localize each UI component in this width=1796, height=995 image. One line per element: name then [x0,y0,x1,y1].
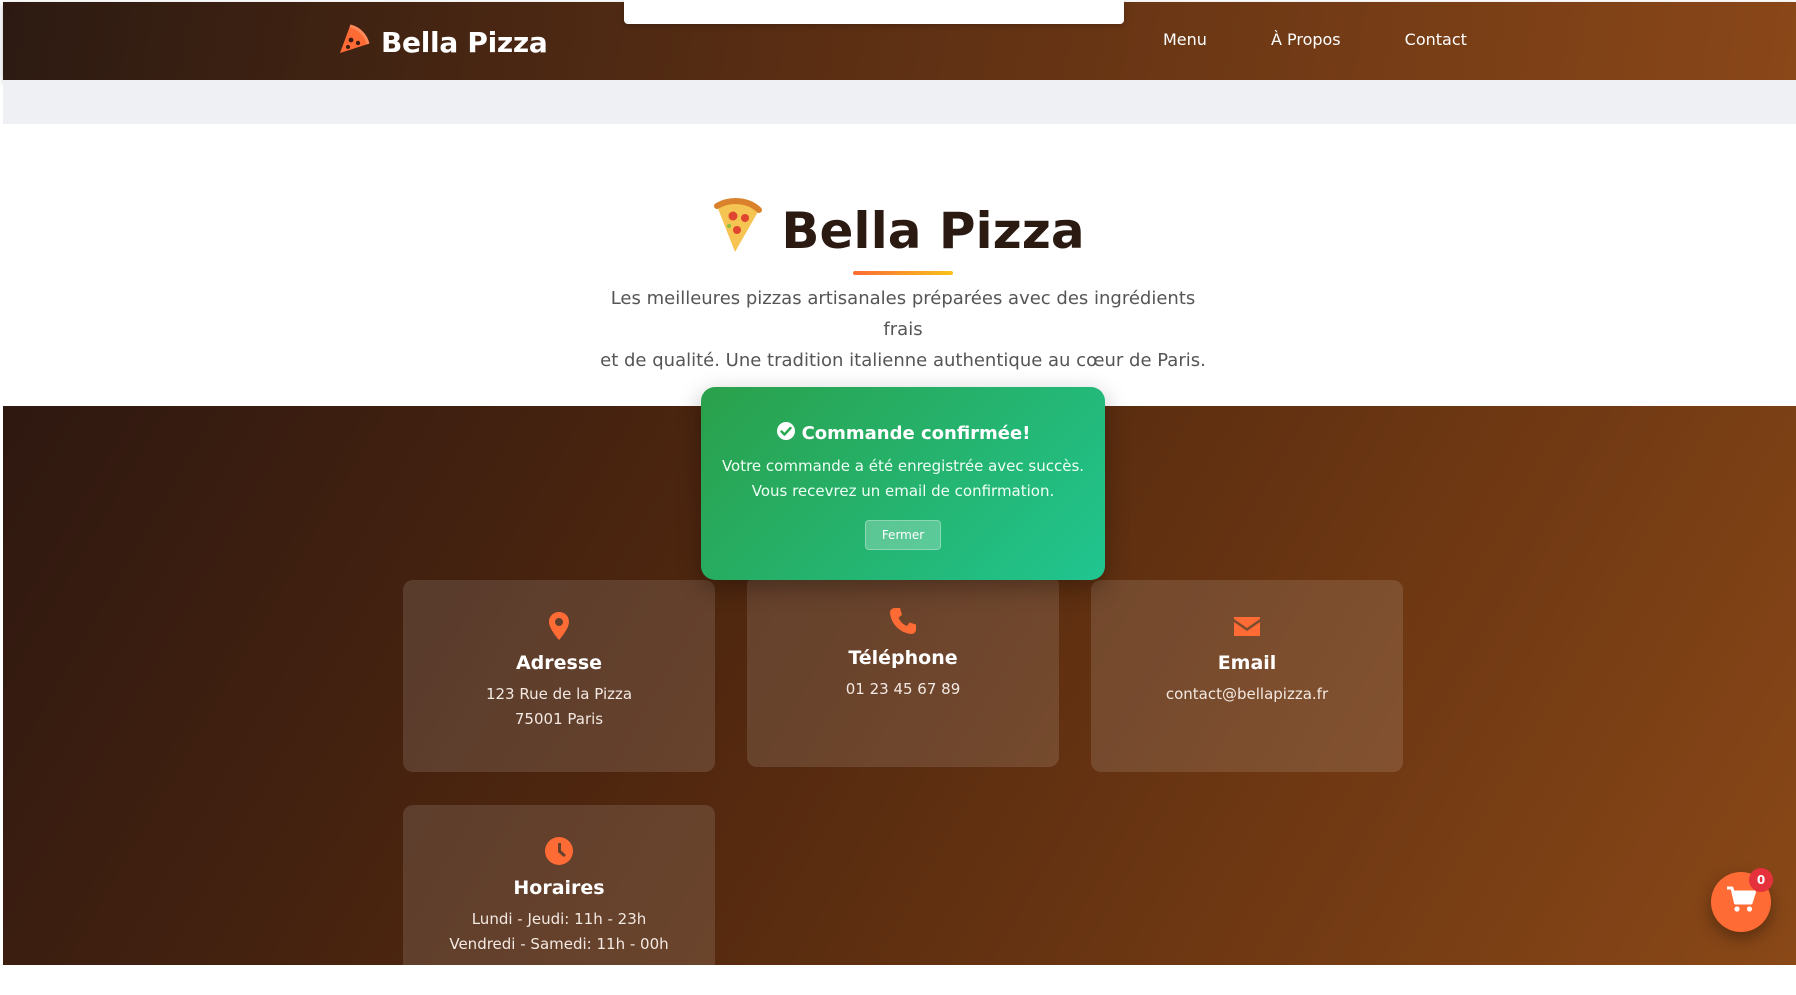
hours-line: Vendredi - Samedi: 11h - 00h [449,935,669,953]
email-address[interactable]: contact@bellapizza.fr [1091,682,1403,707]
order-confirmation-toast: Commande confirmée! Votre commande a été… [701,387,1105,580]
toast-title-text: Commande confirmée! [801,423,1031,444]
address-card: Adresse 123 Rue de la Pizza 75001 Paris [403,580,715,772]
map-pin-icon [403,610,715,642]
nav-link-menu[interactable]: Menu [1163,30,1207,49]
page-title: Bella Pizza [0,196,1796,266]
nav-link-contact[interactable]: Contact [1405,30,1467,49]
hero-description-line: et de qualité. Une tradition italienne a… [600,350,1206,371]
phone-icon [747,605,1059,637]
hero-description-line: Les meilleures pizzas artisanales prépar… [610,288,1196,340]
title-underline [853,271,953,275]
cart-count-badge: 0 [1749,868,1773,892]
address-line: 75001 Paris [514,710,604,728]
toast-title: Commande confirmée! [701,421,1105,446]
top-notification-bar [624,0,1124,24]
pizza-emoji-icon [711,196,763,266]
email-card: Email contact@bellapizza.fr [1091,580,1403,772]
hero-title-text: Bella Pizza [781,202,1085,260]
hours-line: Lundi - Jeudi: 11h - 23h [471,910,647,928]
envelope-icon [1091,610,1403,642]
toast-message-line: Votre commande a été enregistrée avec su… [721,457,1085,475]
brand-logo[interactable]: Bella Pizza [337,22,548,63]
nav-link-about[interactable]: À Propos [1271,30,1341,49]
hours-card: Horaires Lundi - Jeudi: 11h - 23h Vendre… [403,805,715,995]
hours-title: Horaires [513,877,605,899]
email-title: Email [1217,652,1277,674]
check-circle-icon [776,421,796,446]
toast-message: Votre commande a été enregistrée avec su… [701,454,1105,504]
pizza-slice-icon [337,22,371,63]
section-divider [3,80,1796,124]
address-line: 123 Rue de la Pizza [485,685,633,703]
main-nav: Menu À Propos Contact [1163,30,1467,49]
phone-title: Téléphone [848,647,958,669]
brand-name: Bella Pizza [381,25,548,59]
address-title: Adresse [515,652,603,674]
phone-card: Téléphone 01 23 45 67 89 [747,575,1059,767]
close-toast-button[interactable]: Fermer [864,520,942,550]
clock-icon [403,835,715,867]
toast-message-line: Vous recevrez un email de confirmation. [751,482,1055,500]
hero-description: Les meilleures pizzas artisanales prépar… [598,283,1208,376]
phone-number[interactable]: 01 23 45 67 89 [747,677,1059,702]
shopping-cart-icon [1726,886,1756,918]
